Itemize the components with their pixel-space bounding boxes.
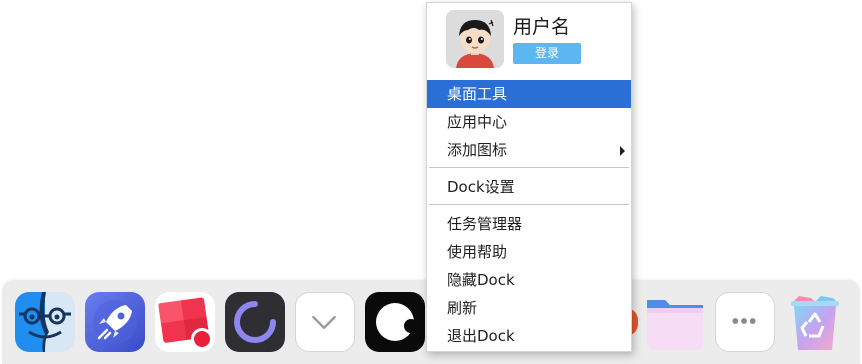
menu-item-quit-dock[interactable]: 退出Dock — [427, 322, 631, 350]
user-avatar-icon[interactable] — [446, 10, 504, 68]
dock-expand-button[interactable] — [295, 292, 355, 352]
menu-item-add-icon[interactable]: 添加图标 — [427, 136, 631, 164]
dock-app-launchpad[interactable] — [85, 292, 145, 352]
submenu-arrow-icon — [620, 146, 625, 156]
recycle-bin-icon — [785, 292, 845, 352]
dock-app-recycle-bin[interactable] — [785, 292, 845, 352]
menu-item-label: 添加图标 — [447, 141, 508, 159]
login-button[interactable]: 登录 — [513, 43, 581, 64]
menu-item-hide-dock[interactable]: 隐藏Dock — [427, 266, 631, 294]
menu-item-desktop-tools[interactable]: 桌面工具 — [427, 80, 631, 108]
username: 用户名 — [513, 16, 571, 38]
more-icon — [732, 318, 756, 324]
menu-item-app-center[interactable]: 应用中心 — [427, 108, 631, 136]
finder-icon — [15, 292, 75, 352]
dock-app-black-circle[interactable] — [365, 292, 425, 352]
user-profile: 用户名 登录 — [427, 3, 631, 79]
menu-separator — [429, 167, 629, 168]
menu-item-dock-settings[interactable]: Dock设置 — [427, 173, 631, 201]
launchpad-rocket-icon — [85, 292, 145, 352]
menu-item-help[interactable]: 使用帮助 — [427, 238, 631, 266]
screen-recorder-icon — [155, 292, 215, 352]
folder-icon — [645, 292, 705, 352]
dock-app-screen-recorder[interactable] — [155, 292, 215, 352]
dock-app-finder[interactable] — [15, 292, 75, 352]
dock-app-folder[interactable] — [645, 292, 705, 352]
menu-item-task-manager[interactable]: 任务管理器 — [427, 210, 631, 238]
dock-context-menu: 用户名 登录 桌面工具 应用中心 添加图标 Dock设置 任务管理器 使用帮助 … — [426, 2, 632, 352]
dock-more-button[interactable] — [715, 292, 775, 352]
menu-item-refresh[interactable]: 刷新 — [427, 294, 631, 322]
chevron-down-icon — [312, 315, 336, 330]
loading-ring-app-icon — [225, 292, 285, 352]
menu-separator — [429, 204, 629, 205]
dock-app-ring[interactable] — [225, 292, 285, 352]
black-circle-app-icon — [365, 292, 425, 352]
desktop: 用户名 登录 桌面工具 应用中心 添加图标 Dock设置 任务管理器 使用帮助 … — [0, 0, 862, 364]
